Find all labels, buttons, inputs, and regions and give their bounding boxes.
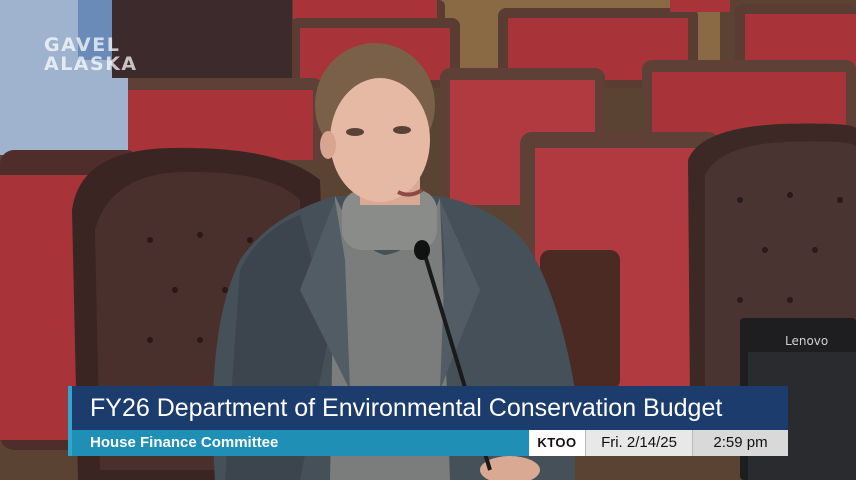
gavel-alaska-logo: GAVEL ALASKA (44, 36, 138, 74)
broadcast-date: Fri. 2/14/25 (585, 430, 692, 456)
watermark-line2: ALASKA (44, 53, 138, 75)
monitor-brand-text: Lenovo (785, 334, 828, 348)
info-bar: House Finance Committee KTOO Fri. 2/14/2… (68, 430, 788, 456)
committee-name: House Finance Committee (68, 430, 529, 456)
station-logo: KTOO (529, 430, 585, 456)
program-title: FY26 Department of Environmental Conserv… (68, 386, 788, 430)
background-person-dark (112, 0, 292, 78)
broadcast-time: 2:59 pm (692, 430, 788, 456)
lower-third-banner: FY26 Department of Environmental Conserv… (68, 386, 788, 456)
